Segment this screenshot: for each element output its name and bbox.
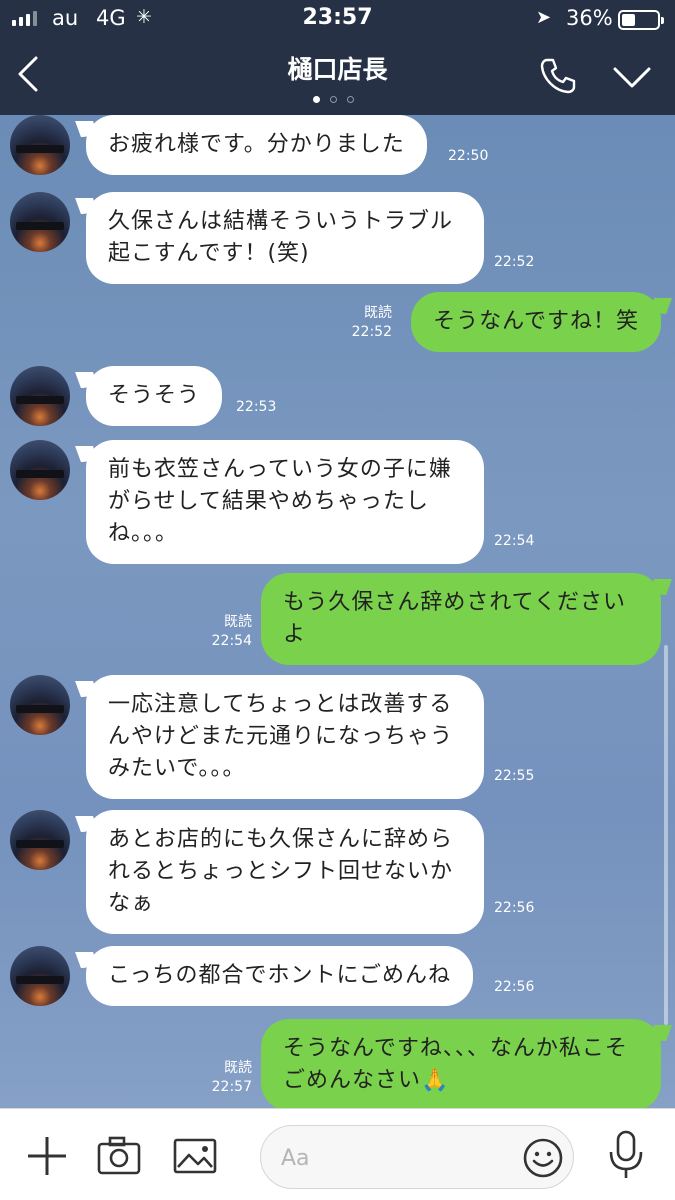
location-arrow-icon: ➤ (536, 7, 552, 28)
read-receipt: 既読 (224, 614, 252, 630)
page-dot (347, 96, 354, 103)
message-meta: 既読 22:52 (340, 304, 392, 342)
avatar[interactable] (10, 946, 70, 1006)
outgoing-message-bubble[interactable]: もう久保さん辞めされてくださいよ (261, 573, 661, 665)
incoming-message-bubble[interactable]: お疲れ様です。分かりました (86, 115, 427, 175)
message-time: 22:56 (494, 979, 535, 995)
avatar[interactable] (10, 675, 70, 735)
page-dot (313, 96, 320, 103)
avatar[interactable] (10, 810, 70, 870)
read-receipt: 既読 (364, 305, 392, 321)
message-time: 22:57 (211, 1079, 252, 1095)
outgoing-message-bubble[interactable]: そうなんですね、、、なんか私こそごめんなさい🙏 (261, 1019, 661, 1108)
read-receipt: 既読 (224, 1060, 252, 1076)
plus-icon[interactable] (24, 1133, 70, 1179)
chat-header: au 4G ✳ 23:57 ➤ 36% 樋口店長 (0, 0, 675, 115)
message-input[interactable] (281, 1138, 511, 1178)
incoming-message-bubble[interactable]: そうそう (86, 366, 223, 426)
message-time: 22:52 (351, 324, 392, 340)
page-dot (330, 96, 337, 103)
message-meta: 既読 22:54 (200, 613, 252, 651)
phone-call-icon[interactable] (538, 56, 578, 96)
avatar[interactable] (10, 440, 70, 500)
camera-icon[interactable] (96, 1133, 142, 1179)
message-time: 22:54 (494, 533, 535, 549)
outgoing-message-bubble[interactable]: そうなんですね！笑 (411, 292, 661, 352)
avatar[interactable] (10, 366, 70, 426)
emoji-icon[interactable] (521, 1136, 565, 1180)
scrollbar[interactable] (664, 645, 668, 1025)
avatar[interactable] (10, 115, 70, 175)
chevron-down-icon[interactable] (612, 64, 652, 92)
message-time: 22:56 (494, 900, 535, 916)
microphone-icon[interactable] (604, 1129, 648, 1181)
message-meta: 既読 22:57 (200, 1059, 252, 1097)
page-indicator (313, 96, 354, 103)
image-icon[interactable] (172, 1133, 218, 1179)
message-time: 22:55 (494, 768, 535, 784)
message-input-box[interactable] (260, 1125, 574, 1189)
incoming-message-bubble[interactable]: 前も衣笠さんっていう女の子に嫌がらせして結果やめちゃったしね。。。 (86, 440, 484, 564)
incoming-message-bubble[interactable]: 久保さんは結構そういうトラブル起こすんです！(笑) (86, 192, 484, 284)
message-time: 22:52 (494, 254, 535, 270)
status-bar: au 4G ✳ 23:57 ➤ 36% (0, 0, 675, 38)
message-time: 22:53 (236, 399, 277, 415)
incoming-message-bubble[interactable]: あとお店的にも久保さんに辞められるとちょっとシフト回せないかなぁ (86, 810, 484, 934)
battery-percent: 36% (566, 6, 613, 30)
avatar[interactable] (10, 192, 70, 252)
incoming-message-bubble[interactable]: 一応注意してちょっとは改善するんやけどまた元通りになっちゃうみたいで。。。 (86, 675, 484, 799)
chat-area[interactable]: お疲れ様です。分かりました 22:50 久保さんは結構そういうトラブル起こすんで… (0, 115, 675, 1108)
message-time: 22:50 (448, 148, 489, 164)
incoming-message-bubble[interactable]: こっちの都合でホントにごめんね (86, 946, 474, 1006)
message-time: 22:54 (211, 633, 252, 649)
composer-bar (0, 1108, 675, 1200)
battery-icon (618, 10, 664, 30)
